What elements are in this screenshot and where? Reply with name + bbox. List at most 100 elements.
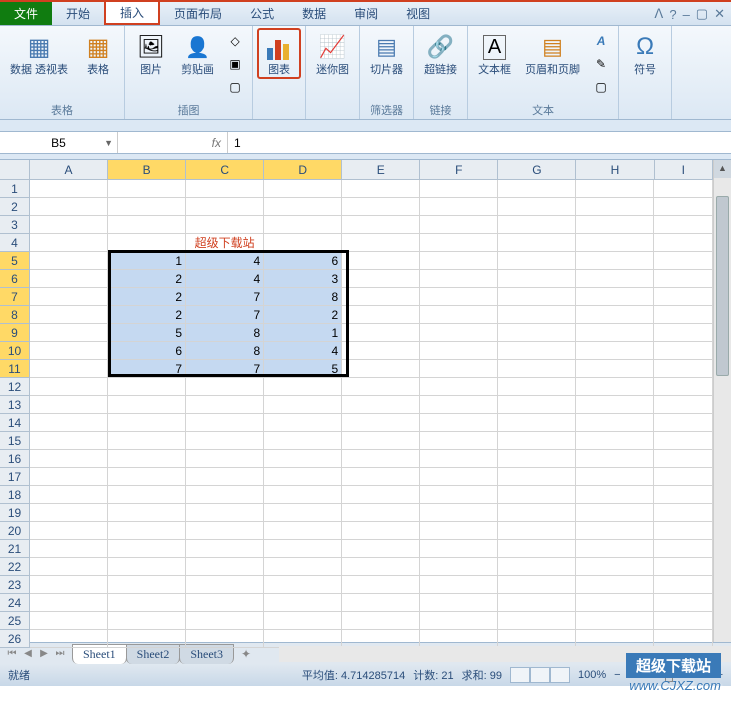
cell-B4[interactable] [108, 234, 186, 252]
cell-F21[interactable] [420, 540, 498, 558]
tab-review[interactable]: 审阅 [340, 2, 392, 25]
cell-G10[interactable] [498, 342, 576, 360]
tab-file[interactable]: 文件 [0, 2, 52, 25]
shapes-button[interactable]: ◇ [224, 30, 246, 52]
row-header-23[interactable]: 23 [0, 576, 30, 594]
cell-C2[interactable] [186, 198, 264, 216]
cell-E11[interactable] [342, 360, 420, 378]
cell-D17[interactable] [264, 468, 342, 486]
col-header-B[interactable]: B [108, 160, 186, 180]
cell-A26[interactable] [30, 630, 108, 648]
cell-B2[interactable] [108, 198, 186, 216]
cell-G18[interactable] [498, 486, 576, 504]
cell-D9[interactable]: 1 [264, 324, 342, 342]
cell-I3[interactable] [654, 216, 713, 234]
cell-G7[interactable] [498, 288, 576, 306]
cell-H9[interactable] [576, 324, 654, 342]
cell-G3[interactable] [498, 216, 576, 234]
tab-home[interactable]: 开始 [52, 2, 104, 25]
cell-F23[interactable] [420, 576, 498, 594]
cell-G6[interactable] [498, 270, 576, 288]
cell-I11[interactable] [654, 360, 713, 378]
col-header-D[interactable]: D [264, 160, 342, 180]
cell-F25[interactable] [420, 612, 498, 630]
row-header-5[interactable]: 5 [0, 252, 30, 270]
cell-F16[interactable] [420, 450, 498, 468]
cell-G17[interactable] [498, 468, 576, 486]
cell-A3[interactable] [30, 216, 108, 234]
cell-I22[interactable] [654, 558, 713, 576]
col-header-C[interactable]: C [186, 160, 264, 180]
signature-button[interactable]: ✎ [590, 53, 612, 75]
cell-A17[interactable] [30, 468, 108, 486]
cell-A11[interactable] [30, 360, 108, 378]
textbox-button[interactable]: 文本框 [472, 28, 517, 79]
cell-C13[interactable] [186, 396, 264, 414]
chart-button[interactable]: 图表 [257, 28, 301, 79]
cell-I17[interactable] [654, 468, 713, 486]
col-header-E[interactable]: E [342, 160, 420, 180]
name-box-dropdown-icon[interactable]: ▼ [104, 138, 113, 148]
cell-I12[interactable] [654, 378, 713, 396]
cell-I23[interactable] [654, 576, 713, 594]
cell-I5[interactable] [654, 252, 713, 270]
cell-E10[interactable] [342, 342, 420, 360]
cell-B15[interactable] [108, 432, 186, 450]
cell-B9[interactable]: 5 [108, 324, 186, 342]
cell-C20[interactable] [186, 522, 264, 540]
cell-D12[interactable] [264, 378, 342, 396]
pivot-table-button[interactable]: 数据 透视表 [4, 28, 74, 79]
cell-C1[interactable] [186, 180, 264, 198]
cell-E23[interactable] [342, 576, 420, 594]
cell-B26[interactable] [108, 630, 186, 648]
cell-H2[interactable] [576, 198, 654, 216]
cell-A1[interactable] [30, 180, 108, 198]
row-header-21[interactable]: 21 [0, 540, 30, 558]
cell-D5[interactable]: 6 [264, 252, 342, 270]
cell-H15[interactable] [576, 432, 654, 450]
row-header-2[interactable]: 2 [0, 198, 30, 216]
row-header-19[interactable]: 19 [0, 504, 30, 522]
fx-icon[interactable]: fx [212, 136, 221, 150]
cell-E3[interactable] [342, 216, 420, 234]
cell-G19[interactable] [498, 504, 576, 522]
cell-F7[interactable] [420, 288, 498, 306]
cell-F5[interactable] [420, 252, 498, 270]
row-header-3[interactable]: 3 [0, 216, 30, 234]
zoom-out-button[interactable]: − [614, 669, 620, 681]
cell-F10[interactable] [420, 342, 498, 360]
cell-F11[interactable] [420, 360, 498, 378]
cell-B19[interactable] [108, 504, 186, 522]
col-header-H[interactable]: H [576, 160, 654, 180]
cell-B10[interactable]: 6 [108, 342, 186, 360]
cell-D11[interactable]: 5 [264, 360, 342, 378]
row-header-4[interactable]: 4 [0, 234, 30, 252]
zoom-level[interactable]: 100% [578, 669, 606, 681]
cell-D2[interactable] [264, 198, 342, 216]
cell-D4[interactable] [264, 234, 342, 252]
cell-H18[interactable] [576, 486, 654, 504]
cell-B22[interactable] [108, 558, 186, 576]
cell-D8[interactable]: 2 [264, 306, 342, 324]
cell-H21[interactable] [576, 540, 654, 558]
cell-B25[interactable] [108, 612, 186, 630]
cell-D10[interactable]: 4 [264, 342, 342, 360]
cell-B16[interactable] [108, 450, 186, 468]
cell-C16[interactable] [186, 450, 264, 468]
cell-G24[interactable] [498, 594, 576, 612]
tab-formulas[interactable]: 公式 [236, 2, 288, 25]
cell-E7[interactable] [342, 288, 420, 306]
cell-E21[interactable] [342, 540, 420, 558]
cell-I19[interactable] [654, 504, 713, 522]
cell-D21[interactable] [264, 540, 342, 558]
cell-H6[interactable] [576, 270, 654, 288]
view-pagebreak-button[interactable] [550, 667, 570, 683]
cell-B8[interactable]: 2 [108, 306, 186, 324]
cell-E18[interactable] [342, 486, 420, 504]
cell-A5[interactable] [30, 252, 108, 270]
cell-A21[interactable] [30, 540, 108, 558]
scroll-up-icon[interactable]: ▲ [714, 160, 731, 178]
cell-A4[interactable] [30, 234, 108, 252]
name-box[interactable]: B5 ▼ [0, 132, 118, 153]
cell-G22[interactable] [498, 558, 576, 576]
